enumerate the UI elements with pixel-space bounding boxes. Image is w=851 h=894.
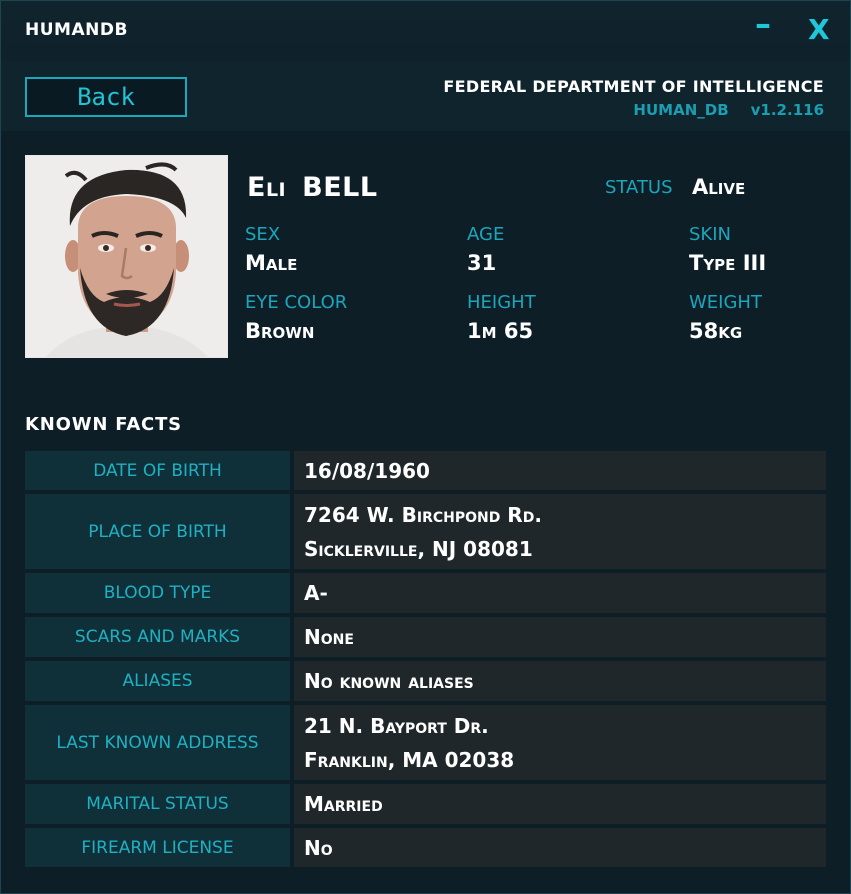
sex-value: Male (245, 251, 298, 275)
fact-value: No known aliases (294, 661, 826, 701)
fact-value-line: No known aliases (304, 669, 474, 693)
fact-row-date-of-birth: DATE OF BIRTH 16/08/1960 (25, 451, 826, 490)
fact-value-line: 16/08/1960 (304, 458, 430, 483)
age-label: AGE (467, 224, 505, 245)
fact-value-line: No (304, 835, 333, 860)
fact-row-last-known-address: LAST KNOWN ADDRESS 21 N. Bayport Dr. Fra… (25, 705, 826, 780)
fact-row-blood-type: BLOOD TYPE A- (25, 573, 826, 613)
fact-value: 7264 W. Birchpond Rd. Sicklerville, NJ 0… (294, 494, 826, 569)
skin-label: SKIN (689, 224, 732, 245)
known-facts-table: DATE OF BIRTH 16/08/1960 PLACE OF BIRTH … (25, 451, 826, 871)
version-number: v1.2.116 (750, 101, 824, 119)
fact-value-line: Married (304, 792, 383, 816)
fact-value: Married (294, 784, 826, 824)
title-bar: HUMANDB – X (1, 1, 850, 61)
version-info: HUMAN_DB v1.2.116 (633, 101, 824, 119)
status-value: Alive (692, 175, 746, 199)
fact-row-place-of-birth: PLACE OF BIRTH 7264 W. Birchpond Rd. Sic… (25, 494, 826, 569)
person-photo (25, 155, 228, 358)
fact-label: FIREARM LICENSE (25, 828, 290, 867)
height-value: 1m 65 (467, 319, 534, 343)
header: Back FEDERAL DEPARTMENT OF INTELLIGENCE … (1, 61, 850, 131)
fact-value-line: None (304, 625, 354, 649)
portrait-image (26, 156, 227, 357)
db-name: HUMAN_DB (633, 101, 729, 119)
fact-value: 21 N. Bayport Dr. Franklin, MA 02038 (294, 705, 826, 780)
fact-label: LAST KNOWN ADDRESS (25, 705, 290, 780)
fact-label: DATE OF BIRTH (25, 451, 290, 490)
status-label: STATUS (605, 177, 673, 198)
fact-value-line: A- (304, 581, 328, 605)
fact-value: 16/08/1960 (294, 451, 826, 490)
minimize-button[interactable]: – (755, 5, 771, 43)
department-name: FEDERAL DEPARTMENT OF INTELLIGENCE (443, 77, 824, 96)
weight-value: 58kg (689, 319, 743, 343)
fact-row-aliases: ALIASES No known aliases (25, 661, 826, 701)
age-value: 31 (467, 251, 497, 275)
fact-label: ALIASES (25, 661, 290, 701)
back-button[interactable]: Back (25, 77, 187, 117)
fact-label: BLOOD TYPE (25, 573, 290, 613)
fact-row-scars-and-marks: SCARS AND MARKS None (25, 617, 826, 657)
fact-row-firearm-license: FIREARM LICENSE No (25, 828, 826, 867)
fact-value: A- (294, 573, 826, 613)
weight-label: WEIGHT (689, 292, 762, 313)
known-facts-title: KNOWN FACTS (25, 414, 182, 435)
fact-value-line: 7264 W. Birchpond Rd. (304, 502, 542, 527)
height-label: HEIGHT (467, 292, 536, 313)
fact-value: No (294, 828, 826, 867)
first-name: Eli (247, 172, 287, 203)
eye-color-value: Brown (245, 319, 315, 343)
eye-color-label: EYE COLOR (245, 292, 348, 313)
fact-label: PLACE OF BIRTH (25, 494, 290, 569)
last-name: BELL (302, 172, 378, 203)
person-name: Eli BELL (247, 172, 378, 203)
fact-value-line: Sicklerville, NJ 08081 (304, 536, 533, 561)
fact-row-marital-status: MARITAL STATUS Married (25, 784, 826, 824)
humandb-window: HUMANDB – X Back FEDERAL DEPARTMENT OF I… (0, 0, 851, 894)
fact-value: None (294, 617, 826, 657)
sex-label: SEX (245, 224, 281, 245)
app-title: HUMANDB (25, 20, 128, 40)
fact-value-line: 21 N. Bayport Dr. (304, 713, 489, 738)
skin-value: Type III (689, 251, 767, 275)
fact-label: MARITAL STATUS (25, 784, 290, 824)
fact-value-line: Franklin, MA 02038 (304, 747, 515, 772)
fact-label: SCARS AND MARKS (25, 617, 290, 657)
close-button[interactable]: X (808, 13, 830, 46)
